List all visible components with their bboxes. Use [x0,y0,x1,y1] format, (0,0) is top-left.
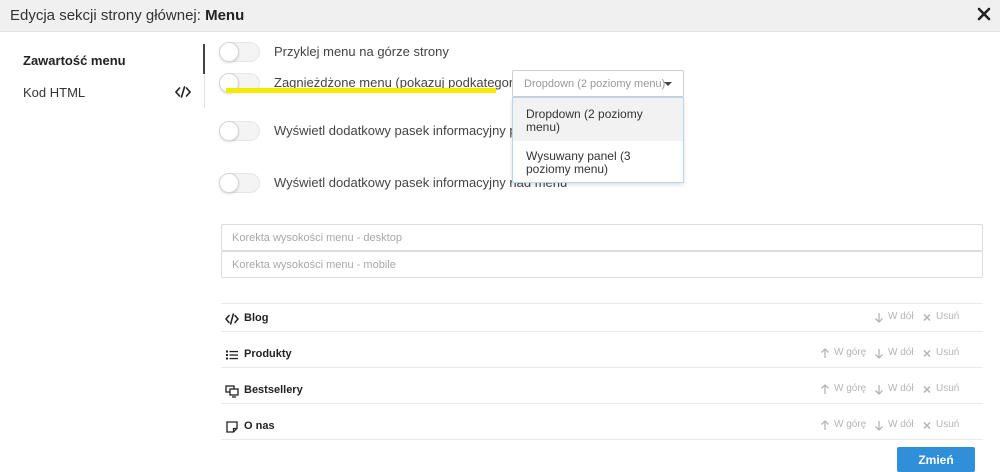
close-icon[interactable] [976,6,992,22]
arrow-up-icon [821,384,829,394]
arrow-down-icon [875,349,883,359]
menu-item-row: Produkty W górę W dół Usuń [221,341,983,368]
arrow-down-icon [875,421,883,431]
menu-type-option-slide-panel[interactable]: Wysuwany panel (3 poziomy menu) [513,141,683,182]
sidebar-active-indicator [203,44,205,74]
toggle-label: Przyklej menu na górze strony [274,44,449,59]
menu-item-name: Bestsellery [244,384,303,396]
arrow-down-icon [875,313,883,323]
close-icon [923,385,931,394]
sidebar-divider [204,74,205,108]
menu-item-name: O nas [244,420,275,432]
close-icon [923,313,931,322]
sticky-menu-toggle[interactable] [219,42,260,62]
info-bar-below-toggle[interactable] [219,121,260,141]
menu-item-name: Produkty [244,348,292,360]
close-icon [923,349,931,358]
caret-down-icon [664,82,672,86]
sidebar-item-label: Zawartość menu [23,53,126,68]
list-icon [226,350,238,360]
dialog-title: Edycja sekcji strony głównej: Menu [10,7,245,24]
toggle-knob [219,121,239,141]
sidebar-item-html-code[interactable]: Kod HTML [0,78,205,106]
dialog-title-section: Menu [205,7,245,24]
code-icon [175,86,191,98]
arrow-up-icon [821,348,829,358]
submit-button[interactable]: Zmień [897,447,975,472]
menu-type-option-dropdown[interactable]: Dropdown (2 poziomy menu) [513,98,683,141]
menu-item-name: Blog [244,312,269,324]
code-icon [225,313,239,325]
toggle-knob [219,42,239,62]
mobile-height-input[interactable] [221,251,983,278]
desktop-height-input[interactable] [221,224,983,251]
arrow-down-icon [875,385,883,395]
note-icon [226,421,238,433]
close-icon [923,421,931,430]
toggle-knob [219,173,239,193]
yellow-highlight-mark [226,88,496,93]
monitors-icon [225,385,239,398]
menu-type-select[interactable]: Dropdown (2 poziomy menu) [512,70,684,97]
sidebar: Zawartość menu Kod HTML [0,32,205,108]
dialog-header: Edycja sekcji strony głównej: Menu [0,0,1000,32]
menu-type-selected-value: Dropdown (2 poziomy menu) [524,78,666,90]
sidebar-item-menu-content[interactable]: Zawartość menu [0,46,205,74]
menu-item-row: Blog W dół Usuń [221,305,983,332]
sidebar-item-label: Kod HTML [23,85,86,100]
info-bar-above-toggle[interactable] [219,173,260,193]
list-divider [221,303,983,304]
menu-type-dropdown: Dropdown (2 poziomy menu) Wysuwany panel… [512,97,684,183]
menu-item-row: Bestsellery W górę W dół Usuń [221,377,983,404]
menu-item-row: O nas W górę W dół Usuń [221,413,983,440]
arrow-up-icon [821,420,829,430]
